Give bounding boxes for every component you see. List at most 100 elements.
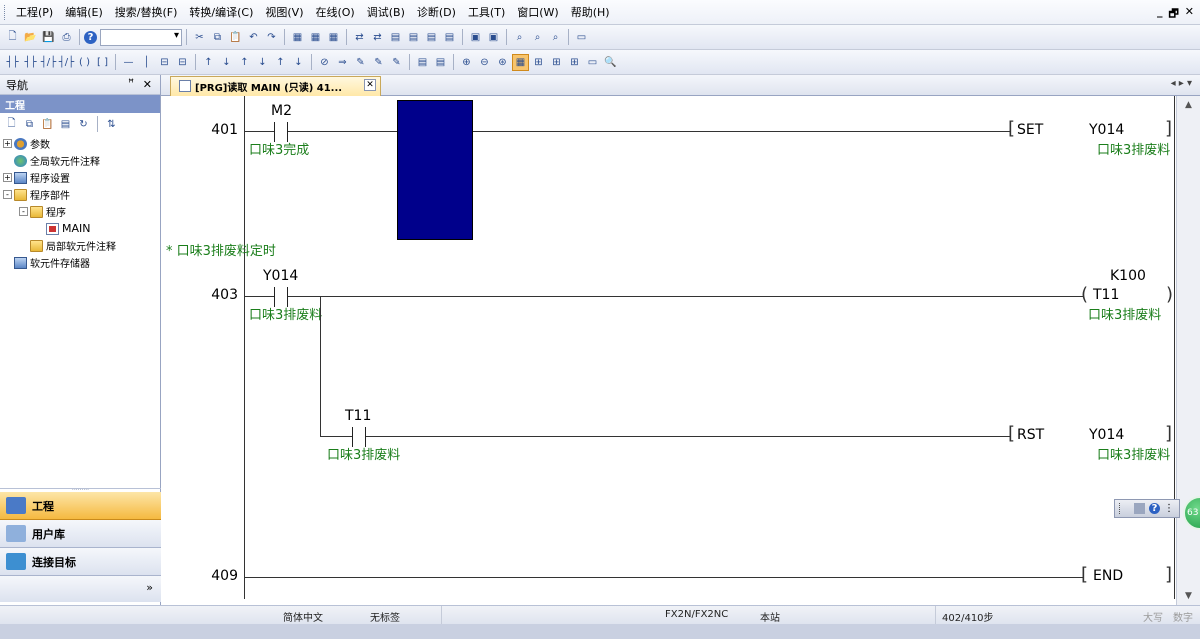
tree-item[interactable]: 局部软元件注释 [3, 237, 160, 254]
hline-icon[interactable]: — [120, 54, 137, 71]
find-instruction-icon[interactable]: ⌕ [529, 29, 546, 46]
open-contact-icon[interactable]: ┤├ [4, 54, 21, 71]
undo-icon[interactable]: ↶ [245, 29, 262, 46]
copy-data-icon[interactable]: ⧉ [22, 117, 37, 132]
read-mode-icon[interactable]: ⊞ [548, 54, 565, 71]
close-tab-icon[interactable]: ✕ [364, 79, 376, 91]
tree-item[interactable]: + 参数 [3, 135, 160, 152]
collapse-icon[interactable]: - [19, 207, 28, 216]
device-display-icon[interactable]: ⊞ [530, 54, 547, 71]
paste-data-icon[interactable]: 📋 [40, 117, 55, 132]
refresh-icon[interactable]: ↻ [76, 117, 91, 132]
nav-tab-connection[interactable]: 连接目标 [0, 548, 161, 576]
toolbar-dropdown[interactable] [100, 28, 182, 46]
menu-debug[interactable]: 调试(B) [361, 4, 411, 20]
options-icon[interactable]: ⋮ [1164, 503, 1175, 514]
menu-diagnostics[interactable]: 诊断(D) [411, 4, 462, 20]
convert-icon[interactable]: ⇒ [334, 54, 351, 71]
menu-edit[interactable]: 编辑(E) [59, 4, 109, 20]
zoom-out-icon[interactable]: ⊖ [476, 54, 493, 71]
pin-icon[interactable]: ꟸ [128, 78, 134, 89]
collapse-icon[interactable]: - [3, 190, 12, 199]
keyboard-icon[interactable] [1134, 503, 1145, 514]
write-mode-icon[interactable]: ⊞ [566, 54, 583, 71]
vline-icon[interactable]: │ [138, 54, 155, 71]
copy-icon[interactable]: ⧉ [209, 29, 226, 46]
cut-icon[interactable]: ✂ [191, 29, 208, 46]
contact-open[interactable] [274, 287, 288, 307]
contact-open[interactable] [274, 122, 288, 142]
find-device-icon[interactable]: ⌕ [511, 29, 528, 46]
nav-tab-project[interactable]: 工程 [0, 492, 161, 520]
tree-item[interactable]: + 程序设置 [3, 169, 160, 186]
device-batch-icon[interactable]: ▤ [387, 29, 404, 46]
ladder-monitor-icon[interactable]: ⊛ [494, 54, 511, 71]
compile-icon[interactable]: ▣ [467, 29, 484, 46]
restore-button[interactable]: 🗗 [1168, 5, 1178, 24]
scroll-down-icon[interactable]: ▼ [1185, 591, 1192, 601]
property-icon[interactable]: ▤ [58, 117, 73, 132]
menu-search-replace[interactable]: 搜索/替换(F) [109, 4, 184, 20]
nav-more-button[interactable]: » [0, 576, 161, 602]
zoom-magnifier-icon[interactable]: 🔍 [602, 54, 619, 71]
closed-contact-parallel-icon[interactable]: ┤/├ [58, 54, 75, 71]
online-icon[interactable]: ▭ [573, 29, 590, 46]
tree-item[interactable]: 全局软元件注释 [3, 152, 160, 169]
menu-convert-compile[interactable]: 转换/编译(C) [183, 4, 259, 20]
menu-view[interactable]: 视图(V) [259, 4, 309, 20]
tree-item[interactable]: - 程序部件 [3, 186, 160, 203]
paste-icon[interactable]: 📋 [227, 29, 244, 46]
menu-tools[interactable]: 工具(T) [462, 4, 511, 20]
close-icon[interactable]: ✕ [143, 78, 152, 91]
verify-plc-icon[interactable]: ▦ [325, 29, 342, 46]
save-icon[interactable]: 💾 [40, 29, 57, 46]
ladder-display-icon[interactable]: ▦ [512, 53, 529, 71]
buffer-memory-icon[interactable]: ▤ [423, 29, 440, 46]
read-plc-icon[interactable]: ▦ [289, 29, 306, 46]
help-icon[interactable]: ? [84, 30, 97, 44]
grip-icon[interactable] [1119, 503, 1130, 514]
rising-edge-icon[interactable]: ↑ [200, 54, 217, 71]
rising-pulse-icon[interactable]: ↑ [272, 54, 289, 71]
contact-open[interactable] [352, 427, 366, 447]
print-icon[interactable]: ⎙ [58, 29, 75, 46]
tree-item[interactable]: - 程序 [3, 203, 160, 220]
help-icon[interactable]: ? [1149, 503, 1160, 514]
closed-contact-icon[interactable]: ┤/├ [40, 54, 57, 71]
coil-icon[interactable]: ( ) [76, 54, 93, 71]
device-register-icon[interactable]: ▤ [405, 29, 422, 46]
open-project-icon[interactable]: 📂 [22, 29, 39, 46]
invert-icon[interactable]: ⊘ [316, 54, 333, 71]
minimize-button[interactable]: _ [1157, 5, 1163, 24]
rising-edge-parallel-icon[interactable]: ↑ [236, 54, 253, 71]
expand-icon[interactable]: + [3, 139, 12, 148]
device-comment-icon[interactable]: ▤ [414, 54, 431, 71]
falling-pulse-icon[interactable]: ↓ [290, 54, 307, 71]
sort-icon[interactable]: ⇅ [104, 117, 119, 132]
open-contact-parallel-icon[interactable]: ┤├ [22, 54, 39, 71]
ladder-canvas[interactable]: 401 M2 口味3完成 [ SET Y014 ] 口味3排废料 * 口味3排废… [161, 96, 1176, 599]
monitor-mode-icon[interactable]: ▭ [584, 54, 601, 71]
scroll-up-icon[interactable]: ▲ [1185, 100, 1192, 110]
menu-window[interactable]: 窗口(W) [511, 4, 564, 20]
write-plc-icon[interactable]: ▦ [307, 29, 324, 46]
new-data-icon[interactable]: 🗋 [4, 117, 19, 132]
cross-reference-icon[interactable]: ⌕ [547, 29, 564, 46]
close-window-button[interactable]: ✕ [1185, 5, 1194, 24]
menu-help[interactable]: 帮助(H) [565, 4, 616, 20]
falling-edge-parallel-icon[interactable]: ↓ [254, 54, 271, 71]
comment-edit-icon[interactable]: ▤ [432, 54, 449, 71]
menubar-grip[interactable] [4, 4, 7, 20]
note-icon[interactable]: ✎ [388, 54, 405, 71]
monitor-write-icon[interactable]: ⇄ [369, 29, 386, 46]
nav-tab-user-library[interactable]: 用户库 [0, 520, 161, 548]
tree-item[interactable]: 软元件存储器 [3, 254, 160, 271]
menu-online[interactable]: 在线(O) [309, 4, 360, 20]
delete-hline-icon[interactable]: ⊟ [156, 54, 173, 71]
falling-edge-icon[interactable]: ↓ [218, 54, 235, 71]
redo-icon[interactable]: ↷ [263, 29, 280, 46]
rebuild-icon[interactable]: ▣ [485, 29, 502, 46]
document-tab[interactable]: [PRG]读取 MAIN (只读) 41... ✕ [170, 76, 381, 96]
tree-item[interactable]: MAIN [3, 220, 160, 237]
expand-icon[interactable]: + [3, 173, 12, 182]
